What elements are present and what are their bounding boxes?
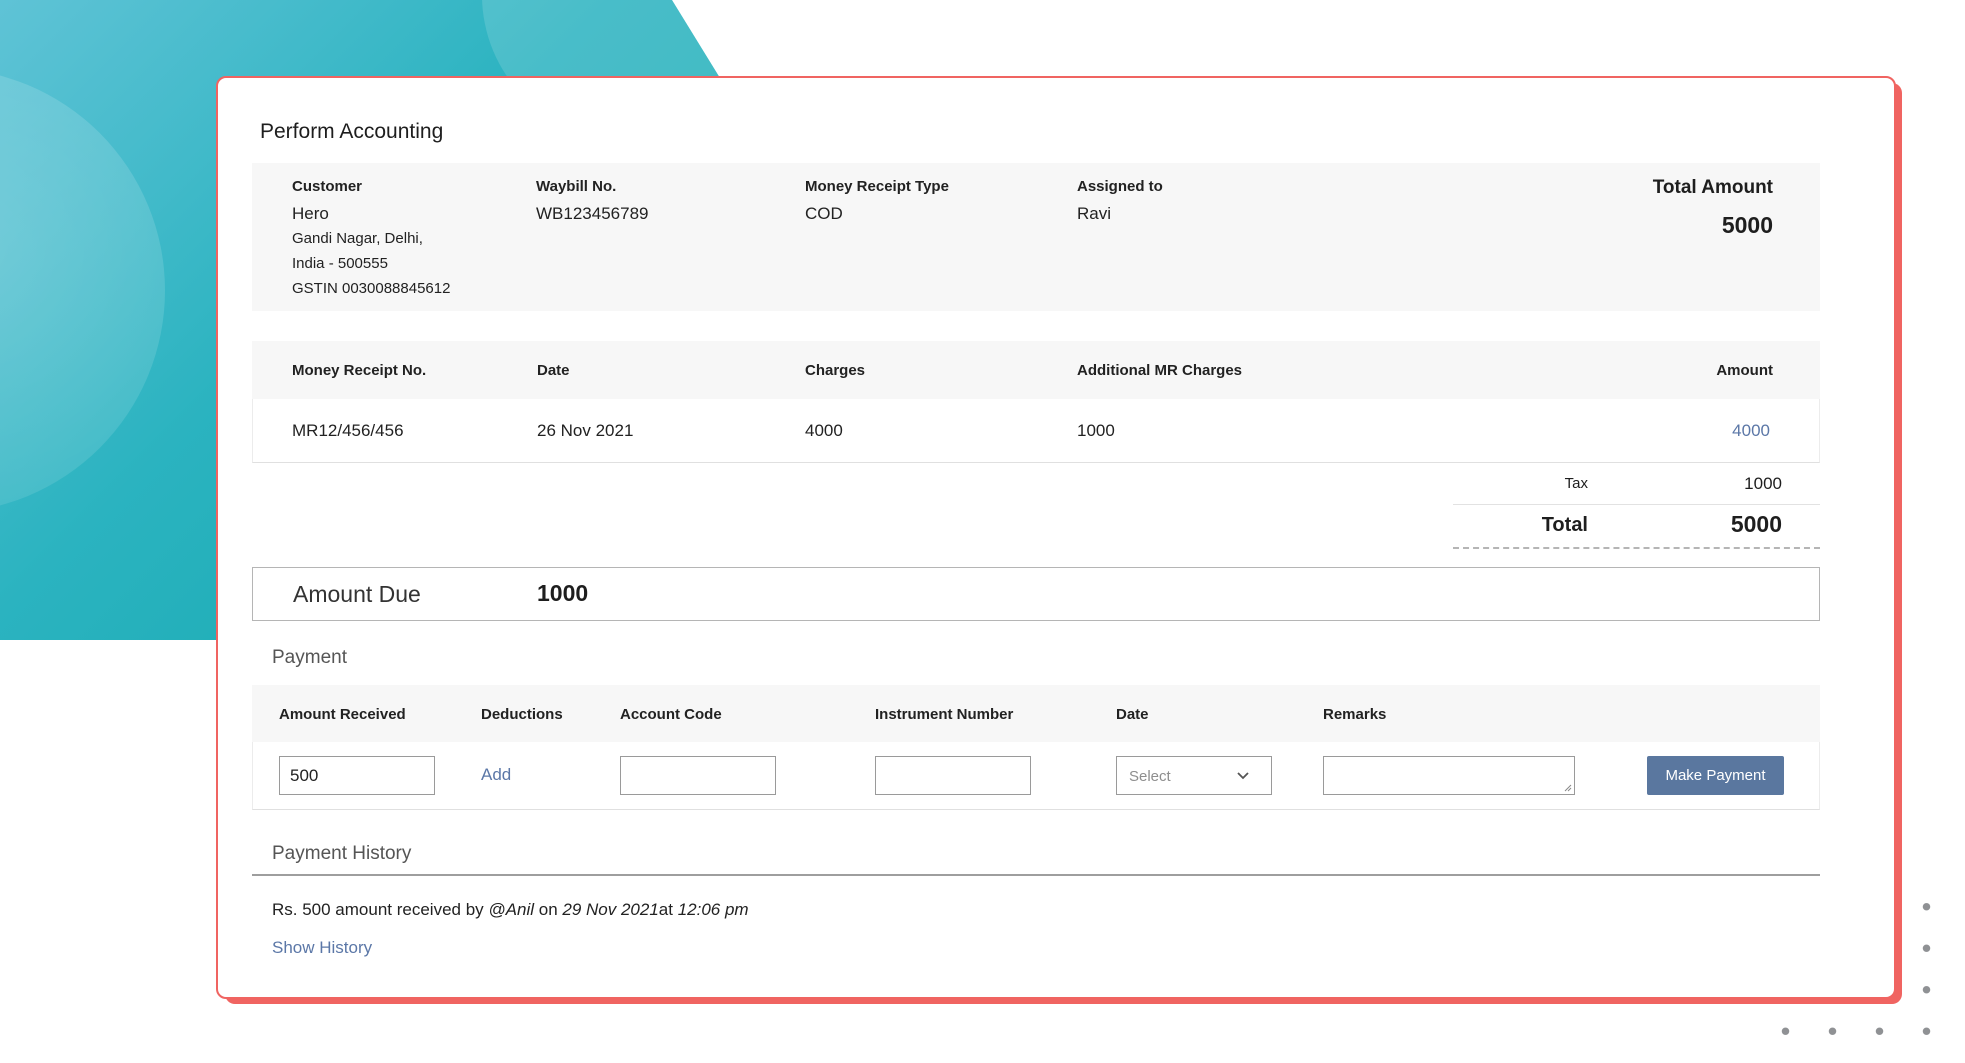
table-row: MR12/456/456 26 Nov 2021 4000 1000 4000	[252, 399, 1820, 463]
total-amount-value: 5000	[1721, 212, 1773, 238]
money-receipt-number: MR12/456/456	[292, 421, 404, 440]
total-amount-label: Total Amount	[1652, 177, 1773, 198]
page-title: Perform Accounting	[260, 120, 444, 143]
remarks-input[interactable]	[1323, 756, 1575, 795]
dashed-divider	[1453, 547, 1820, 549]
date-select-placeholder: Select	[1129, 768, 1171, 785]
divider	[1453, 504, 1820, 505]
date-select[interactable]: Select	[1116, 756, 1272, 795]
payment-history-title: Payment History	[272, 843, 412, 864]
amount-received-input[interactable]: 500	[279, 756, 435, 795]
column-header: Deductions	[481, 706, 563, 723]
money-receipt-type-label: Money Receipt Type	[805, 178, 949, 195]
column-header: Date	[1116, 706, 1149, 723]
resize-handle-icon[interactable]	[1564, 784, 1572, 792]
history-entry-text: at	[658, 900, 678, 919]
column-header: Account Code	[620, 706, 722, 723]
column-header: Charges	[805, 362, 866, 379]
total-value: 5000	[1730, 511, 1782, 537]
customer-gstin: GSTIN 0030088845612	[292, 280, 451, 297]
receipt-charges: 4000	[805, 421, 843, 440]
assigned-to-value: Ravi	[1077, 204, 1112, 223]
payment-form-row: 500 Add Select Make Payment	[252, 742, 1820, 810]
amount-due-value: 1000	[537, 580, 589, 606]
payment-section-title: Payment	[272, 647, 347, 668]
account-code-input[interactable]	[620, 756, 776, 795]
divider	[252, 874, 1820, 876]
show-history-link[interactable]: Show History	[272, 938, 372, 958]
history-entry-date: 29 Nov 2021	[562, 900, 659, 919]
additional-mr-charges: 1000	[1077, 421, 1115, 440]
total-label: Total	[1541, 514, 1588, 536]
history-entry-text: on	[534, 900, 563, 919]
column-header: Amount	[1716, 362, 1773, 379]
make-payment-button[interactable]: Make Payment	[1647, 756, 1784, 795]
customer-name: Hero	[292, 204, 329, 223]
history-entry-user: @Anil	[488, 900, 535, 919]
deductions-add-link[interactable]: Add	[481, 765, 511, 785]
tax-label: Tax	[1564, 475, 1588, 492]
waybill-value: WB123456789	[536, 204, 649, 223]
column-header: Instrument Number	[875, 706, 1014, 723]
column-header: Remarks	[1323, 706, 1387, 723]
column-header: Date	[537, 362, 570, 379]
receipt-date: 26 Nov 2021	[537, 421, 634, 440]
background-circle	[0, 68, 165, 513]
payment-table-header: Amount Received Deductions Account Code …	[252, 685, 1820, 742]
amount-due-box: Amount Due 1000	[252, 567, 1820, 621]
customer-label: Customer	[292, 178, 363, 195]
assigned-to-label: Assigned to	[1077, 178, 1163, 195]
waybill-label: Waybill No.	[536, 178, 617, 195]
chevron-down-icon	[1237, 772, 1249, 780]
customer-address-line: Gandi Nagar, Delhi,	[292, 230, 423, 247]
column-header: Additional MR Charges	[1077, 362, 1243, 379]
money-receipt-type-value: COD	[805, 204, 843, 223]
receipt-table-header: Money Receipt No. Date Charges Additiona…	[252, 341, 1820, 399]
amount-link[interactable]: 4000	[1732, 421, 1770, 441]
column-header: Amount Received	[279, 706, 406, 723]
amount-due-label: Amount Due	[293, 581, 421, 607]
summary-panel: Customer Hero Gandi Nagar, Delhi, India …	[252, 163, 1820, 311]
history-entry-text: Rs. 500 amount received by	[272, 900, 489, 919]
payment-history-entry: Rs. 500 amount received by @Anil on 29 N…	[272, 900, 749, 920]
customer-address-line: India - 500555	[292, 255, 388, 272]
perform-accounting-card: Perform Accounting Customer Hero Gandi N…	[216, 76, 1896, 999]
tax-value: 1000	[1744, 474, 1782, 493]
column-header: Money Receipt No.	[292, 362, 427, 379]
instrument-number-input[interactable]	[875, 756, 1031, 795]
history-entry-time: 12:06 pm	[677, 900, 749, 919]
